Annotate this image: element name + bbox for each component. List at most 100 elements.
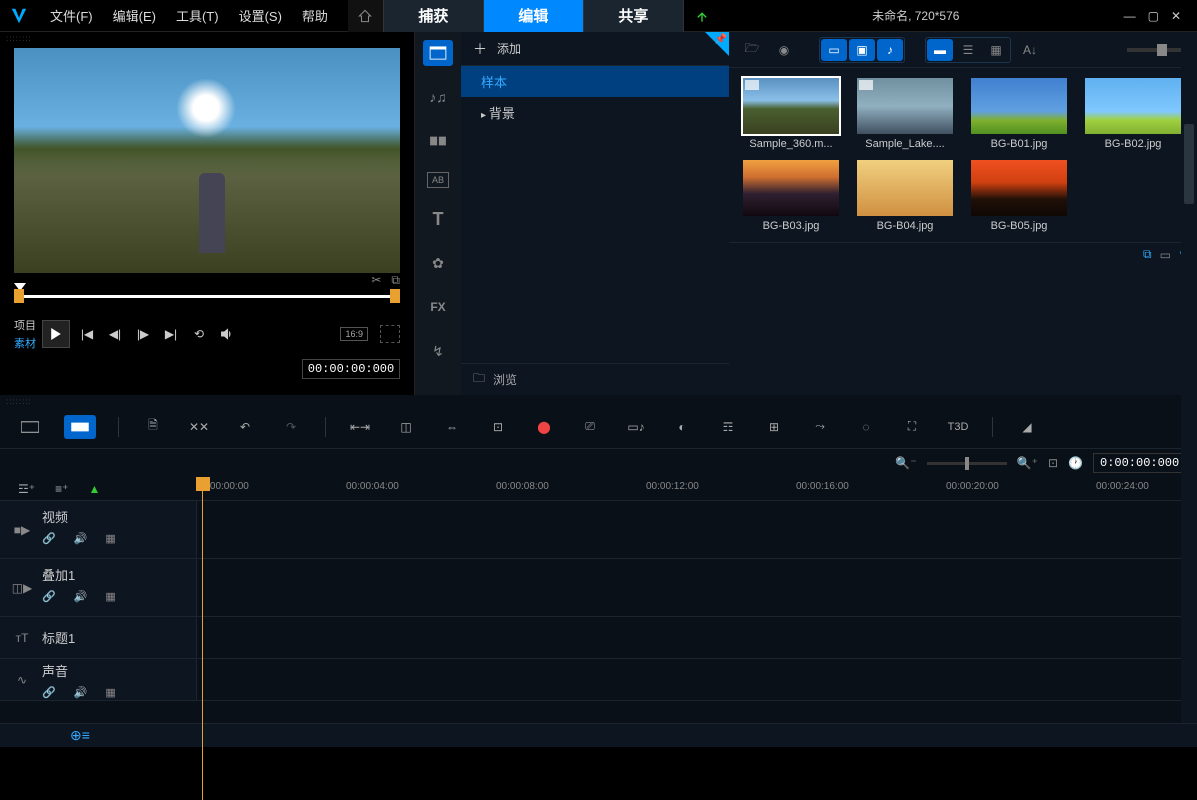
browse-row[interactable]: 🗀 浏览 bbox=[461, 363, 729, 395]
track-mute-icon[interactable]: 🔊 bbox=[74, 686, 88, 699]
track-fx-icon[interactable]: ▦ bbox=[105, 590, 115, 603]
track-body[interactable] bbox=[196, 659, 1197, 700]
go-start-button[interactable]: |◀ bbox=[76, 323, 98, 345]
lib-footer-icon1[interactable]: ⧉ bbox=[1143, 247, 1152, 262]
timeline-timecode[interactable]: 0:00:00:000 bbox=[1093, 453, 1183, 473]
trim-out-handle[interactable] bbox=[390, 289, 400, 303]
prev-frame-button[interactable]: ◀| bbox=[104, 323, 126, 345]
fx-category-icon[interactable]: FX bbox=[423, 294, 453, 320]
zoom-slider[interactable] bbox=[927, 462, 1007, 465]
sort-icon[interactable]: A↓ bbox=[1017, 39, 1043, 61]
timeline-view-icon[interactable] bbox=[64, 415, 96, 439]
auto-music-icon[interactable]: ▭♪ bbox=[624, 415, 648, 439]
thumbnail-item[interactable]: BG-B01.jpg bbox=[967, 78, 1071, 150]
capture-icon[interactable]: ◉ bbox=[771, 39, 797, 61]
track-fx-icon[interactable]: ▦ bbox=[105, 686, 115, 699]
track-header[interactable]: ᴛT 标题1 bbox=[0, 617, 196, 658]
home-button[interactable] bbox=[348, 0, 384, 32]
maximize-button[interactable]: ▢ bbox=[1148, 9, 1159, 23]
track-motion-icon[interactable]: ◌ bbox=[854, 415, 878, 439]
track-toggle-icon[interactable]: ≡⁺ bbox=[55, 482, 68, 496]
lib-footer-icon2[interactable]: ▭ bbox=[1160, 248, 1171, 262]
track-link-icon[interactable]: 🔗 bbox=[42, 532, 56, 545]
storyboard-view-icon[interactable] bbox=[18, 415, 42, 439]
fit-timeline-icon[interactable]: ⊡ bbox=[1048, 456, 1058, 470]
motion-icon[interactable]: ⤳ bbox=[808, 415, 832, 439]
menu-settings[interactable]: 设置(S) bbox=[229, 6, 292, 25]
track-body[interactable] bbox=[196, 501, 1197, 558]
play-button[interactable] bbox=[42, 320, 70, 348]
menu-edit[interactable]: 编辑(E) bbox=[103, 6, 166, 25]
trim-bar[interactable] bbox=[14, 287, 400, 303]
filter-audio-icon[interactable]: ♪ bbox=[877, 39, 903, 61]
zoom-out-icon[interactable]: 🔍⁻ bbox=[895, 456, 916, 470]
close-button[interactable]: ✕ bbox=[1171, 9, 1181, 23]
fit-clip-icon[interactable]: ⇤⇥ bbox=[348, 415, 372, 439]
track-fx-icon[interactable]: ▦ bbox=[105, 532, 115, 545]
clock-icon[interactable]: 🕐 bbox=[1068, 456, 1083, 470]
thumbnail-item[interactable]: BG-B05.jpg bbox=[967, 160, 1071, 232]
tree-item-sample[interactable]: 样本 bbox=[461, 66, 729, 97]
color-icon[interactable]: ◐ bbox=[670, 415, 694, 439]
track-header[interactable]: ◫▶ 叠加1 🔗 🔊 ▦ bbox=[0, 559, 196, 616]
preview-timecode[interactable]: 00:00:00:000 bbox=[302, 359, 400, 379]
project-mode-label[interactable]: 项目 bbox=[14, 317, 36, 333]
graphic-category-icon[interactable]: ✿ bbox=[423, 250, 453, 276]
tab-share[interactable]: 共享 bbox=[584, 0, 684, 32]
add-folder-row[interactable]: ＋ 添加 📌 bbox=[461, 32, 729, 66]
multicam-icon[interactable]: ⛶ bbox=[900, 415, 924, 439]
preview-video[interactable] bbox=[14, 48, 400, 273]
track-header[interactable]: ∿ 声音 🔗 🔊 ▦ bbox=[0, 659, 196, 700]
3d-title-icon[interactable]: T3D bbox=[946, 415, 970, 439]
text-category-icon[interactable]: T bbox=[423, 206, 453, 232]
audio-category-icon[interactable]: ♪♫ bbox=[423, 84, 453, 110]
track-link-icon[interactable]: 🔗 bbox=[42, 590, 56, 603]
loop-button[interactable]: ⟲ bbox=[188, 323, 210, 345]
thumbnail-item[interactable]: Sample_Lake.... bbox=[853, 78, 957, 150]
marker-icon[interactable]: ▲ bbox=[88, 482, 100, 496]
media-category-icon[interactable] bbox=[423, 40, 453, 66]
timeline-scrollbar[interactable] bbox=[1181, 44, 1197, 723]
split-icon[interactable]: ⧉ bbox=[391, 273, 400, 288]
menu-help[interactable]: 帮助 bbox=[292, 6, 338, 25]
menu-file[interactable]: 文件(F) bbox=[40, 6, 103, 25]
snap-icon[interactable]: ⊡ bbox=[486, 415, 510, 439]
filter-video-icon[interactable]: ▭ bbox=[821, 39, 847, 61]
filter-photo-icon[interactable]: ▣ bbox=[849, 39, 875, 61]
subtitle-icon[interactable]: ⊞ bbox=[762, 415, 786, 439]
menu-tools[interactable]: 工具(T) bbox=[166, 6, 229, 25]
time-ruler[interactable]: 00:00:00:0000:00:04:0000:00:08:0000:00:1… bbox=[196, 477, 1197, 500]
chapter-icon[interactable]: ☶ bbox=[716, 415, 740, 439]
paint-icon[interactable]: ◢ bbox=[1015, 415, 1039, 439]
track-header[interactable]: ■▶ 视频 🔗 🔊 ▦ bbox=[0, 501, 196, 558]
minimize-button[interactable]: — bbox=[1124, 9, 1136, 23]
thumbnail-item[interactable]: Sample_360.m... bbox=[739, 78, 843, 150]
timeline-playhead[interactable] bbox=[196, 477, 210, 491]
pan-zoom-icon[interactable]: ⇔ bbox=[440, 415, 464, 439]
import-icon[interactable]: 🗁 bbox=[739, 39, 765, 61]
thumbnail-item[interactable]: BG-B04.jpg bbox=[853, 160, 957, 232]
thumb-size-slider[interactable] bbox=[1127, 48, 1187, 52]
view-grid-icon[interactable]: ▦ bbox=[983, 39, 1009, 61]
title-category-icon[interactable]: AB bbox=[427, 172, 449, 188]
redo-icon[interactable]: ↷ bbox=[279, 415, 303, 439]
track-mute-icon[interactable]: 🔊 bbox=[74, 590, 88, 603]
tab-edit[interactable]: 编辑 bbox=[484, 0, 584, 32]
add-track-icon[interactable]: ⊕≡ bbox=[70, 727, 90, 744]
track-mute-icon[interactable]: 🔊 bbox=[74, 532, 88, 545]
track-link-icon[interactable]: 🔗 bbox=[42, 686, 56, 699]
track-body[interactable] bbox=[196, 617, 1197, 658]
path-category-icon[interactable]: ↯ bbox=[423, 338, 453, 364]
tab-capture[interactable]: 捕获 bbox=[384, 0, 484, 32]
record-icon[interactable]: ⬤ bbox=[532, 415, 556, 439]
view-list-icon[interactable]: ☰ bbox=[955, 39, 981, 61]
cut-icon[interactable]: ✂ bbox=[371, 273, 381, 288]
next-frame-button[interactable]: |▶ bbox=[132, 323, 154, 345]
track-body[interactable] bbox=[196, 559, 1197, 616]
transition-category-icon[interactable] bbox=[423, 128, 453, 154]
track-options-icon[interactable]: ☲⁺ bbox=[18, 482, 35, 496]
undo-icon[interactable]: ↶ bbox=[233, 415, 257, 439]
resize-icon[interactable] bbox=[380, 325, 400, 343]
tools-icon[interactable]: ✕✕ bbox=[187, 415, 211, 439]
thumbnail-item[interactable]: BG-B02.jpg bbox=[1081, 78, 1185, 150]
